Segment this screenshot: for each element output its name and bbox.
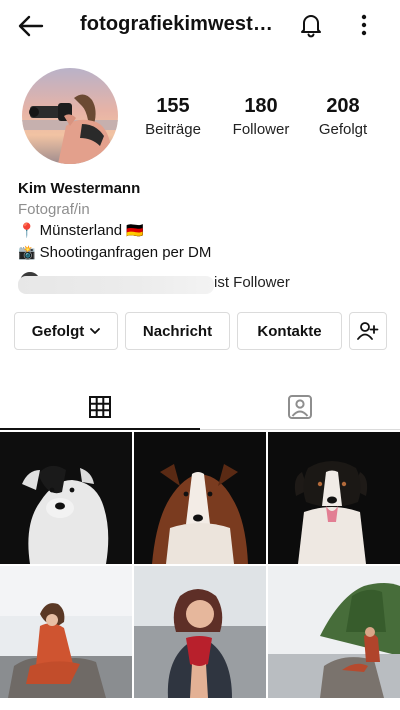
contacts-button[interactable]: Kontakte xyxy=(237,312,342,350)
location-text: Münsterland xyxy=(39,222,123,239)
posts-label: Beiträge xyxy=(145,121,201,138)
following-button[interactable]: Gefolgt xyxy=(14,312,118,350)
camera-emoji: 📸 xyxy=(18,245,36,261)
profile-tabs xyxy=(0,384,400,430)
followers-label: Follower xyxy=(232,121,290,138)
contacts-button-label: Kontakte xyxy=(257,322,322,340)
profile-name: Kim Westermann xyxy=(18,180,141,197)
profile-username: fotografiekimwest… xyxy=(80,13,273,35)
profile-category: Fotograf/in xyxy=(18,201,90,218)
add-user-button[interactable] xyxy=(349,312,387,350)
bio-shooting-line: 📸 Shootinganfragen per DM xyxy=(18,242,388,264)
tab-tagged[interactable] xyxy=(200,384,400,430)
top-bar: fotografiekimwest… xyxy=(0,0,400,52)
followed-by-text: ist Follower xyxy=(214,274,290,291)
photo-tile[interactable] xyxy=(0,566,132,698)
active-tab-indicator xyxy=(0,428,200,430)
followed-by-row[interactable]: ist Follower xyxy=(18,270,388,298)
posts-count: 155 xyxy=(156,95,190,117)
following-button-label: Gefolgt xyxy=(31,322,85,340)
profile-bio: Kim Westermann Fotograf/in 📍 Münsterland… xyxy=(18,178,388,264)
photo-grid xyxy=(0,432,400,710)
add-user-icon xyxy=(357,322,379,340)
photo-tile[interactable] xyxy=(268,432,400,564)
stat-following[interactable]: 208 Gefolgt xyxy=(298,94,388,138)
photo-tile[interactable] xyxy=(0,432,132,564)
more-vertical-icon[interactable] xyxy=(352,12,376,38)
tagged-person-icon xyxy=(288,395,312,419)
stat-followers[interactable]: 180 Follower xyxy=(216,94,306,138)
pin-emoji: 📍 xyxy=(18,223,36,239)
photo-tile[interactable] xyxy=(268,566,400,698)
bio-location-line: 📍 Münsterland 🇩🇪 xyxy=(18,220,388,242)
following-count: 208 xyxy=(326,95,360,117)
tab-grid[interactable] xyxy=(0,384,200,430)
grid-icon xyxy=(89,396,111,418)
chevron-down-icon xyxy=(90,328,101,334)
message-button[interactable]: Nachricht xyxy=(125,312,230,350)
germany-flag-emoji: 🇩🇪 xyxy=(126,223,144,239)
shooting-text: Shootinganfragen per DM xyxy=(39,244,212,261)
photo-tile[interactable] xyxy=(134,566,266,698)
redacted-username-blur xyxy=(18,276,214,294)
profile-avatar[interactable] xyxy=(22,68,118,164)
photo-tile[interactable] xyxy=(134,432,266,564)
back-arrow-icon[interactable] xyxy=(16,11,46,41)
message-button-label: Nachricht xyxy=(142,322,213,340)
stat-posts[interactable]: 155 Beiträge xyxy=(128,94,218,138)
followers-count: 180 xyxy=(244,95,278,117)
following-label: Gefolgt xyxy=(318,121,368,138)
bell-icon[interactable] xyxy=(297,11,325,39)
